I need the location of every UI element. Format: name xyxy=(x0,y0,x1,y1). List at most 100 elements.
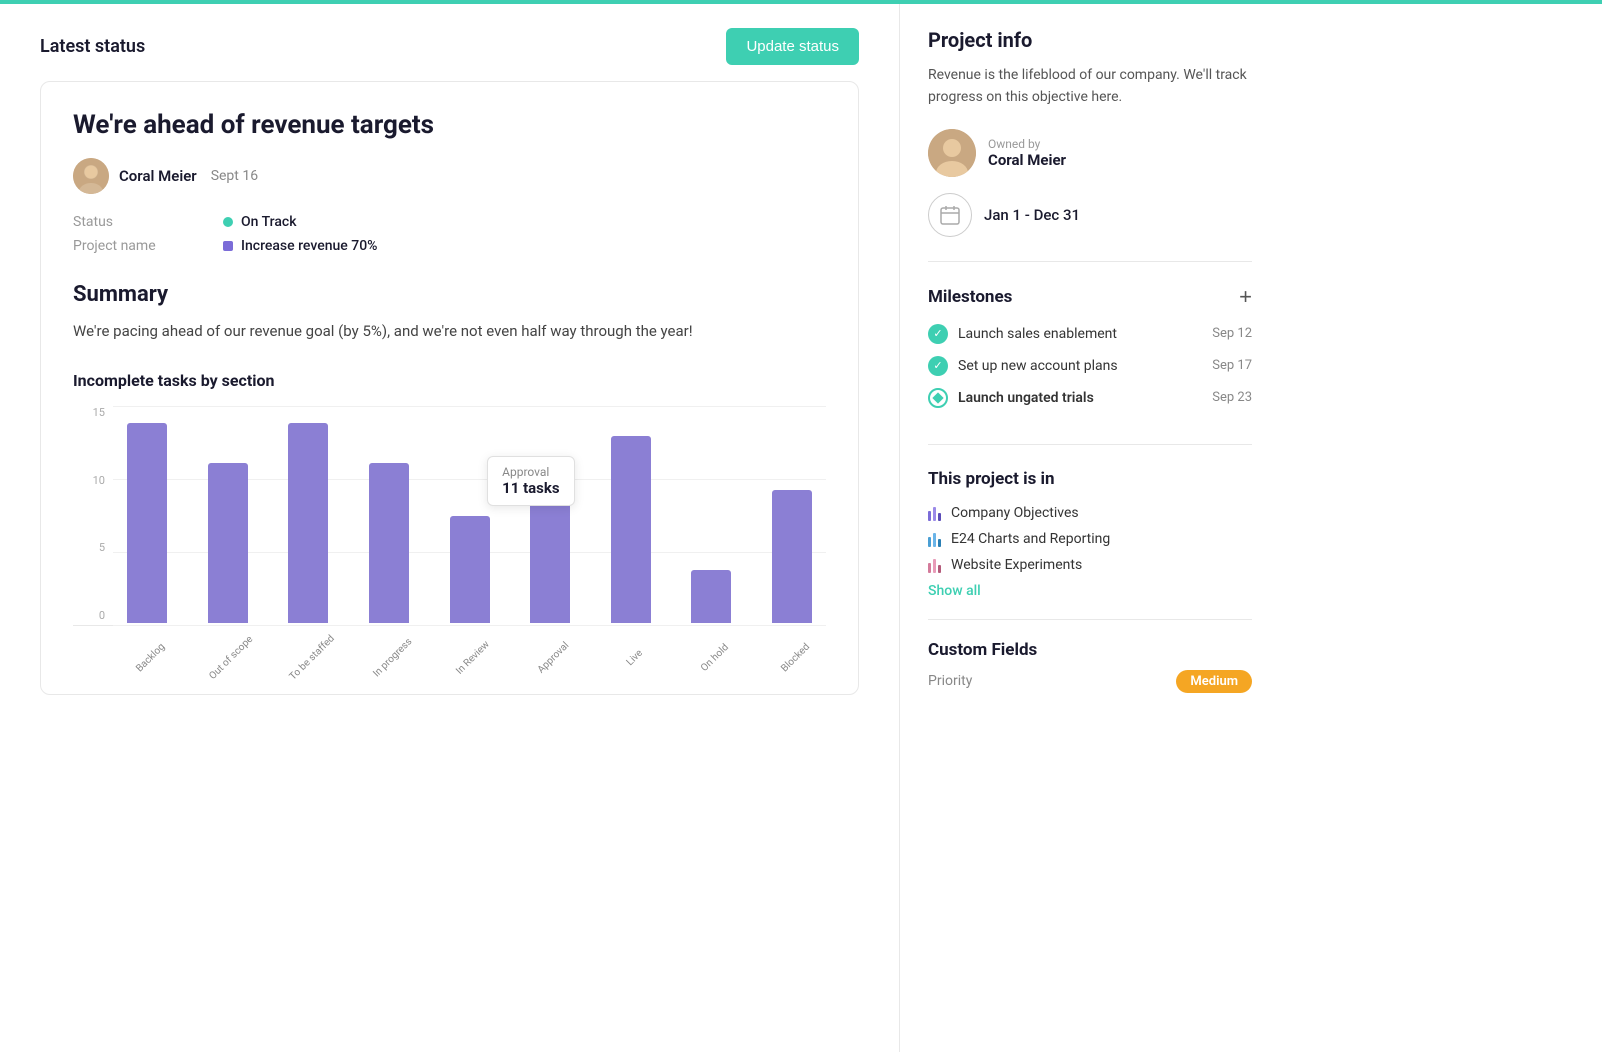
main-content: Latest status Update status We're ahead … xyxy=(0,4,900,1052)
chart-section: Incomplete tasks by section Approval 11 … xyxy=(73,371,826,666)
x-label-5: Approval xyxy=(516,650,585,665)
bar-group-5 xyxy=(516,406,585,623)
author-name: Coral Meier xyxy=(119,167,197,185)
author-date: Sept 16 xyxy=(211,168,258,184)
diamond-icon-3 xyxy=(932,392,943,403)
y-label-10: 10 xyxy=(73,474,105,487)
latest-status-title: Latest status xyxy=(40,36,145,57)
x-label-2: To be staffed xyxy=(274,650,343,665)
milestone-row-3: Launch ungated trials Sep 23 xyxy=(928,388,1252,408)
custom-fields-section: Custom Fields Priority Medium xyxy=(928,640,1252,693)
status-value: On Track xyxy=(223,214,297,230)
custom-fields-title: Custom Fields xyxy=(928,640,1252,660)
sidebar: Project info Revenue is the lifeblood of… xyxy=(900,4,1280,1052)
y-axis-labels: 15 10 5 0 xyxy=(73,406,105,626)
bar-1[interactable] xyxy=(208,463,248,623)
bar-group-1 xyxy=(194,406,263,623)
portfolio-name-1: Company Objectives xyxy=(951,505,1079,521)
owner-name: Coral Meier xyxy=(988,151,1066,169)
bar-8[interactable] xyxy=(772,490,812,623)
x-label-3: In progress xyxy=(355,650,424,665)
x-label-1: Out of scope xyxy=(194,650,263,665)
checkmark-icon-2: ✓ xyxy=(933,359,942,372)
milestone-date-3: Sep 23 xyxy=(1212,390,1252,405)
x-label-4: In Review xyxy=(435,650,504,665)
project-in-section: This project is in Company Objectives E2… xyxy=(928,469,1252,620)
milestone-row-2: ✓ Set up new account plans Sep 17 xyxy=(928,356,1252,376)
x-label-6: Live xyxy=(596,650,665,665)
add-milestone-button[interactable]: + xyxy=(1239,286,1252,308)
chart-bars xyxy=(113,406,826,625)
milestone-date-2: Sep 17 xyxy=(1212,358,1252,373)
bar-group-7 xyxy=(677,406,746,623)
portfolio-name-2: E24 Charts and Reporting xyxy=(951,531,1110,547)
portfolio-row-2[interactable]: E24 Charts and Reporting xyxy=(928,531,1252,547)
checkmark-icon-1: ✓ xyxy=(933,327,942,340)
author-row: Coral Meier Sept 16 xyxy=(73,158,826,194)
tooltip-value: 11 tasks xyxy=(502,479,559,497)
priority-badge: Medium xyxy=(1176,670,1252,693)
portfolio-icon-2 xyxy=(928,531,941,547)
bar-6[interactable] xyxy=(611,436,651,623)
project-meta-row: Project name Increase revenue 70% xyxy=(73,238,826,254)
bar-group-0 xyxy=(113,406,182,623)
chart-container: Approval 11 tasks 15 10 5 0 xyxy=(73,406,826,666)
portfolio-name-3: Website Experiments xyxy=(951,557,1082,573)
owner-label: Owned by xyxy=(988,137,1066,151)
milestone-name-2: Set up new account plans xyxy=(958,358,1202,374)
milestone-name-1: Launch sales enablement xyxy=(958,326,1202,342)
portfolio-row-1[interactable]: Company Objectives xyxy=(928,505,1252,521)
milestone-row-1: ✓ Launch sales enablement Sep 12 xyxy=(928,324,1252,344)
bar-group-3 xyxy=(355,406,424,623)
milestone-name-3: Launch ungated trials xyxy=(958,390,1202,406)
priority-field-row: Priority Medium xyxy=(928,670,1252,693)
bar-group-6 xyxy=(596,406,665,623)
milestones-section: Milestones + ✓ Launch sales enablement S… xyxy=(928,286,1252,445)
portfolio-icon-3 xyxy=(928,557,941,573)
bar-3[interactable] xyxy=(369,463,409,623)
project-info-title: Project info xyxy=(928,28,1252,52)
x-label-8: Blocked xyxy=(758,650,827,665)
bar-2[interactable] xyxy=(288,423,328,623)
status-card: We're ahead of revenue targets Coral Mei… xyxy=(40,81,859,695)
portfolio-row-3[interactable]: Website Experiments xyxy=(928,557,1252,573)
project-description: Revenue is the lifeblood of our company.… xyxy=(928,64,1252,109)
date-range: Jan 1 - Dec 31 xyxy=(984,206,1080,224)
y-label-0: 0 xyxy=(73,609,105,622)
owner-avatar xyxy=(928,129,976,177)
owner-info: Owned by Coral Meier xyxy=(988,137,1066,169)
main-header: Latest status Update status xyxy=(40,28,859,65)
status-card-title: We're ahead of revenue targets xyxy=(73,110,826,140)
owner-row: Owned by Coral Meier xyxy=(928,129,1252,177)
bar-group-2 xyxy=(274,406,343,623)
x-label-7: On hold xyxy=(677,650,746,665)
bar-group-8 xyxy=(758,406,827,623)
summary-title: Summary xyxy=(73,282,826,307)
date-row: Jan 1 - Dec 31 xyxy=(928,193,1252,262)
update-status-button[interactable]: Update status xyxy=(726,28,859,65)
bar-4[interactable] xyxy=(450,516,490,623)
tooltip-title: Approval xyxy=(502,465,559,479)
bar-0[interactable] xyxy=(127,423,167,623)
portfolio-icon-1 xyxy=(928,505,941,521)
calendar-icon xyxy=(928,193,972,237)
x-axis-labels: Backlog Out of scope To be staffed In progr… xyxy=(73,650,826,665)
show-all-link[interactable]: Show all xyxy=(928,583,981,599)
chart-tooltip: Approval 11 tasks xyxy=(487,456,574,506)
milestones-header: Milestones + xyxy=(928,286,1252,308)
milestone-complete-icon-2: ✓ xyxy=(928,356,948,376)
summary-text: We're pacing ahead of our revenue goal (… xyxy=(73,319,826,343)
milestones-title: Milestones xyxy=(928,287,1012,307)
chart-area: 15 10 5 0 xyxy=(73,406,826,646)
y-label-5: 5 xyxy=(73,541,105,554)
milestone-complete-icon-1: ✓ xyxy=(928,324,948,344)
chart-title: Incomplete tasks by section xyxy=(73,371,826,390)
milestone-date-1: Sep 12 xyxy=(1212,326,1252,341)
project-in-header: This project is in xyxy=(928,469,1252,489)
y-label-15: 15 xyxy=(73,406,105,419)
bar-7[interactable] xyxy=(691,570,731,623)
project-value: Increase revenue 70% xyxy=(223,238,377,254)
chart-bars-container xyxy=(73,406,826,626)
x-label-0: Backlog xyxy=(113,650,182,665)
status-dot xyxy=(223,217,233,227)
